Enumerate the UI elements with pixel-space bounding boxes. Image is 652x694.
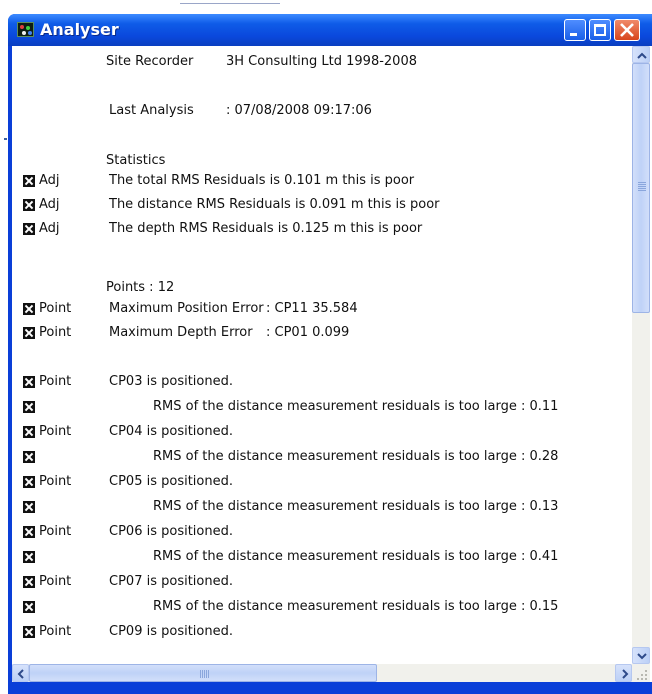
vertical-scrollbar[interactable] bbox=[632, 46, 650, 664]
statistics-heading: Statistics bbox=[106, 153, 166, 168]
row-text: CP04 is positioned. bbox=[109, 424, 233, 439]
window-title: Analyser bbox=[40, 20, 119, 39]
desktop-mark bbox=[4, 138, 7, 140]
checkbox-icon[interactable] bbox=[23, 199, 35, 211]
row-tag: Point bbox=[39, 424, 72, 439]
app-name: Site Recorder bbox=[106, 54, 194, 69]
chevron-left-icon bbox=[17, 669, 24, 679]
analyser-app-icon bbox=[17, 22, 34, 37]
chevron-right-icon bbox=[622, 669, 629, 679]
report-text-area[interactable]: Site Recorder 3H Consulting Ltd 1998-200… bbox=[12, 46, 632, 664]
row-text: CP07 is positioned. bbox=[109, 574, 233, 589]
checkbox-icon[interactable] bbox=[23, 601, 35, 613]
checkbox-icon[interactable] bbox=[23, 576, 35, 588]
row-text: RMS of the distance measurement residual… bbox=[153, 549, 559, 564]
chevron-up-icon bbox=[637, 52, 647, 59]
scroll-right-button[interactable] bbox=[615, 664, 632, 682]
maximize-icon bbox=[594, 24, 606, 36]
horizontal-scrollbar[interactable] bbox=[12, 664, 632, 682]
checkbox-icon[interactable] bbox=[23, 175, 35, 187]
row-tag: Point bbox=[39, 624, 72, 639]
row-tag: Point bbox=[39, 524, 72, 539]
client-area: Site Recorder 3H Consulting Ltd 1998-200… bbox=[12, 46, 652, 682]
checkbox-icon[interactable] bbox=[23, 551, 35, 563]
analyser-window: Analyser Site Recorder 3H Consulting Ltd… bbox=[8, 14, 652, 694]
row-text: CP05 is positioned. bbox=[109, 474, 233, 489]
last-analysis-label: Last Analysis bbox=[109, 103, 194, 118]
desktop-background bbox=[0, 0, 652, 14]
checkbox-icon[interactable] bbox=[23, 401, 35, 413]
checkbox-icon[interactable] bbox=[23, 501, 35, 513]
title-bar[interactable]: Analyser bbox=[8, 14, 652, 46]
resize-grip-icon bbox=[637, 670, 647, 680]
checkbox-icon[interactable] bbox=[23, 327, 35, 339]
chevron-down-icon bbox=[637, 653, 647, 660]
grip-icon bbox=[638, 182, 646, 191]
checkbox-icon[interactable] bbox=[23, 626, 35, 638]
resize-grip[interactable] bbox=[632, 664, 650, 682]
row-tag: Point bbox=[39, 574, 72, 589]
checkbox-icon[interactable] bbox=[23, 303, 35, 315]
last-analysis-value: : 07/08/2008 09:17:06 bbox=[226, 103, 372, 118]
checkbox-icon[interactable] bbox=[23, 451, 35, 463]
maximize-button[interactable] bbox=[589, 19, 611, 41]
checkbox-icon[interactable] bbox=[23, 526, 35, 538]
scroll-left-button[interactable] bbox=[12, 664, 29, 682]
checkbox-icon[interactable] bbox=[23, 476, 35, 488]
row-text: The depth RMS Residuals is 0.125 m this … bbox=[109, 221, 423, 236]
checkbox-icon[interactable] bbox=[23, 376, 35, 388]
horizontal-scroll-thumb[interactable] bbox=[29, 664, 377, 682]
close-icon bbox=[620, 23, 634, 37]
row-text: RMS of the distance measurement residual… bbox=[153, 449, 559, 464]
checkbox-icon[interactable] bbox=[23, 426, 35, 438]
row-tag: Point bbox=[39, 474, 72, 489]
row-tag: Adj bbox=[39, 173, 60, 188]
row-text: CP03 is positioned. bbox=[109, 374, 233, 389]
row-text: The total RMS Residuals is 0.101 m this … bbox=[109, 173, 415, 188]
row-text: RMS of the distance measurement residual… bbox=[153, 599, 559, 614]
row-text: RMS of the distance measurement residual… bbox=[153, 499, 559, 514]
checkbox-icon[interactable] bbox=[23, 223, 35, 235]
row-text: The distance RMS Residuals is 0.091 m th… bbox=[109, 197, 440, 212]
scroll-down-button[interactable] bbox=[632, 647, 650, 664]
row-tag: Point bbox=[39, 325, 72, 340]
grip-icon bbox=[200, 670, 209, 678]
row-text: RMS of the distance measurement residual… bbox=[153, 399, 559, 414]
row-tag: Point bbox=[39, 374, 72, 389]
minimize-button[interactable] bbox=[564, 19, 586, 41]
row-tag: Point bbox=[39, 301, 72, 316]
points-heading: Points : 12 bbox=[106, 280, 175, 295]
row-text: Maximum Position Error bbox=[109, 301, 264, 316]
row-text: CP09 is positioned. bbox=[109, 624, 233, 639]
row-text: CP06 is positioned. bbox=[109, 524, 233, 539]
minimize-icon bbox=[570, 33, 577, 36]
company-name: 3H Consulting Ltd 1998-2008 bbox=[226, 54, 417, 69]
close-button[interactable] bbox=[614, 19, 640, 41]
row-tag: Adj bbox=[39, 197, 60, 212]
row-value: : CP01 0.099 bbox=[266, 325, 350, 340]
row-value: : CP11 35.584 bbox=[266, 301, 358, 316]
row-tag: Adj bbox=[39, 221, 60, 236]
row-text: Maximum Depth Error bbox=[109, 325, 253, 340]
vertical-scroll-thumb[interactable] bbox=[632, 63, 650, 313]
scroll-up-button[interactable] bbox=[632, 46, 650, 63]
